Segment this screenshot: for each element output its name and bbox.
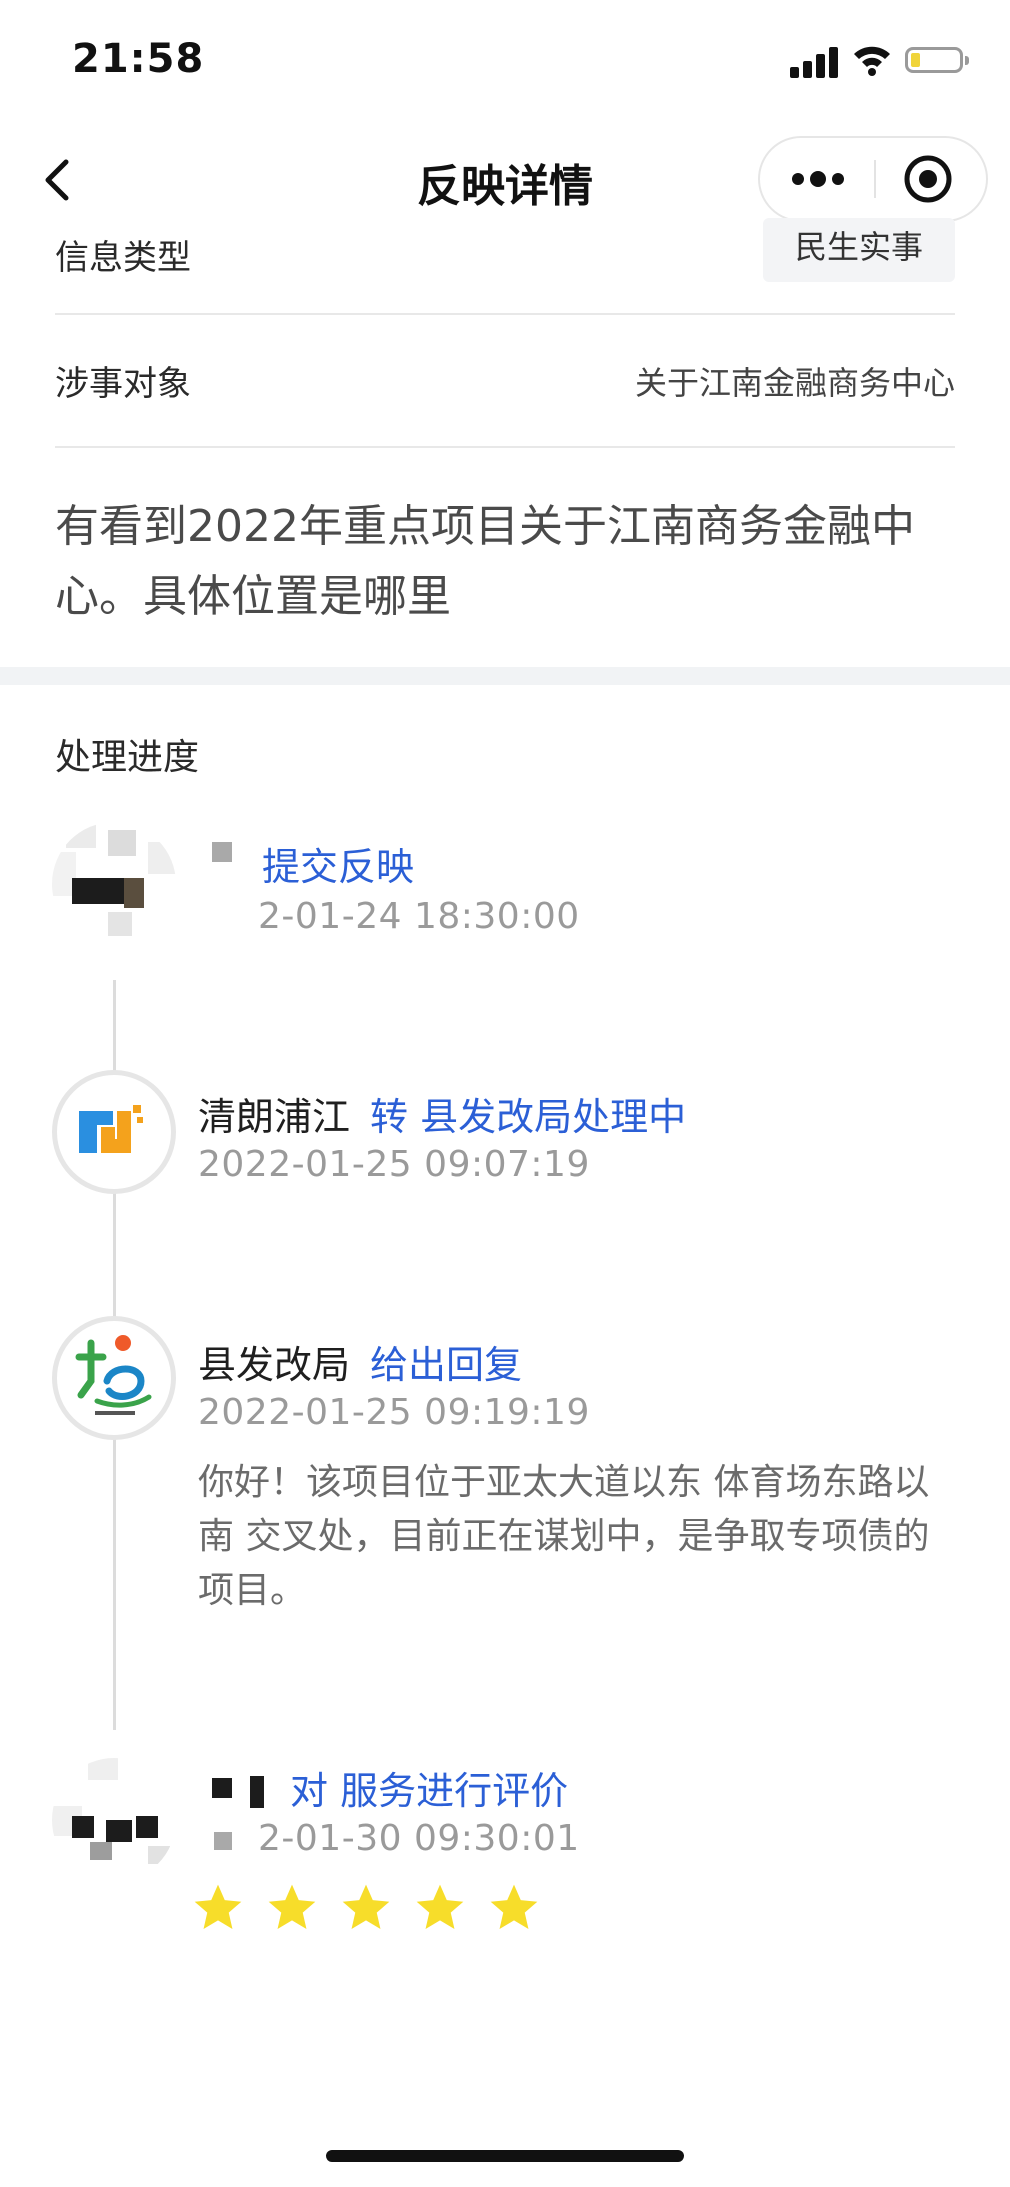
entry-3-header: 县发改局 给出回复 — [198, 1334, 522, 1389]
entry-3-time: 2022-01-25 09:19:19 — [198, 1392, 590, 1433]
wifi-icon — [854, 46, 890, 76]
blurred-name-fragment — [212, 842, 232, 862]
back-chevron-icon[interactable] — [30, 150, 90, 210]
entry-2-actor: 清朗浦江 — [198, 1095, 351, 1139]
section-separator — [0, 667, 1010, 685]
report-content: 有看到2022年重点项目关于江南商务金融中心。具体位置是哪里 — [55, 501, 915, 622]
rating-stars — [190, 1880, 560, 1936]
blurred-name-fragment — [250, 1776, 264, 1808]
close-mini-program-icon[interactable] — [876, 138, 986, 220]
info-type-label: 信息类型 — [55, 238, 191, 278]
info-type-tag: 民生实事 — [763, 218, 955, 282]
entry-1-header: 提交反映 — [262, 836, 414, 891]
entry-4-header: 对 服务进行评价 — [290, 1760, 568, 1815]
cellular-signal-icon — [790, 44, 840, 78]
entry-2-time: 2022-01-25 09:07:19 — [198, 1144, 590, 1185]
divider — [55, 446, 955, 448]
star-icon — [342, 1884, 390, 1929]
reply-text: 你好！该项目位于亚太大道以东 体育场东路以南 交叉处，目前正在谋划中，是争取专项… — [198, 1462, 930, 1611]
entry-3-actor: 县发改局 — [198, 1343, 351, 1387]
blurred-name-fragment — [212, 1778, 232, 1798]
more-menu-icon[interactable] — [760, 138, 874, 220]
entry-2-action: 转 县发改局处理中 — [370, 1095, 687, 1139]
entry-1-time: 2-01-24 18:30:00 — [258, 896, 580, 937]
status-bar: 21:58 — [0, 0, 1010, 120]
page: 21:58 反映详情 信息类型 民生实事 涉事对象 关于江南金融商务中心 有看到… — [0, 0, 1010, 2187]
entry-3-action: 给出回复 — [370, 1343, 523, 1387]
target-value: 关于江南金融商务中心 — [634, 364, 955, 402]
target-label: 涉事对象 — [55, 364, 191, 404]
mini-program-capsule — [758, 136, 988, 222]
fagaiju-logo — [52, 1316, 176, 1440]
status-time: 21:58 — [72, 36, 205, 82]
progress-title: 处理进度 — [55, 737, 200, 778]
avatar-blurred — [52, 1758, 176, 1882]
entry-4-time: 2-01-30 09:30:01 — [258, 1818, 580, 1859]
qinglang-pujiang-logo — [52, 1070, 176, 1194]
star-icon — [416, 1884, 464, 1929]
battery-icon — [905, 47, 969, 73]
entry-4-action: 对 服务进行评价 — [290, 1769, 569, 1813]
blurred-name-fragment — [214, 1832, 232, 1850]
star-icon — [268, 1884, 316, 1929]
info-type-row: 信息类型 民生实事 — [55, 218, 955, 304]
star-icon — [194, 1884, 242, 1929]
target-row: 涉事对象 关于江南金融商务中心 — [55, 350, 955, 410]
entry-1-action: 提交反映 — [262, 845, 415, 889]
home-indicator — [326, 2150, 684, 2162]
entry-2-header: 清朗浦江转 县发改局处理中 — [198, 1086, 686, 1141]
star-icon — [490, 1884, 538, 1929]
divider — [55, 313, 955, 315]
avatar-blurred — [52, 822, 176, 946]
